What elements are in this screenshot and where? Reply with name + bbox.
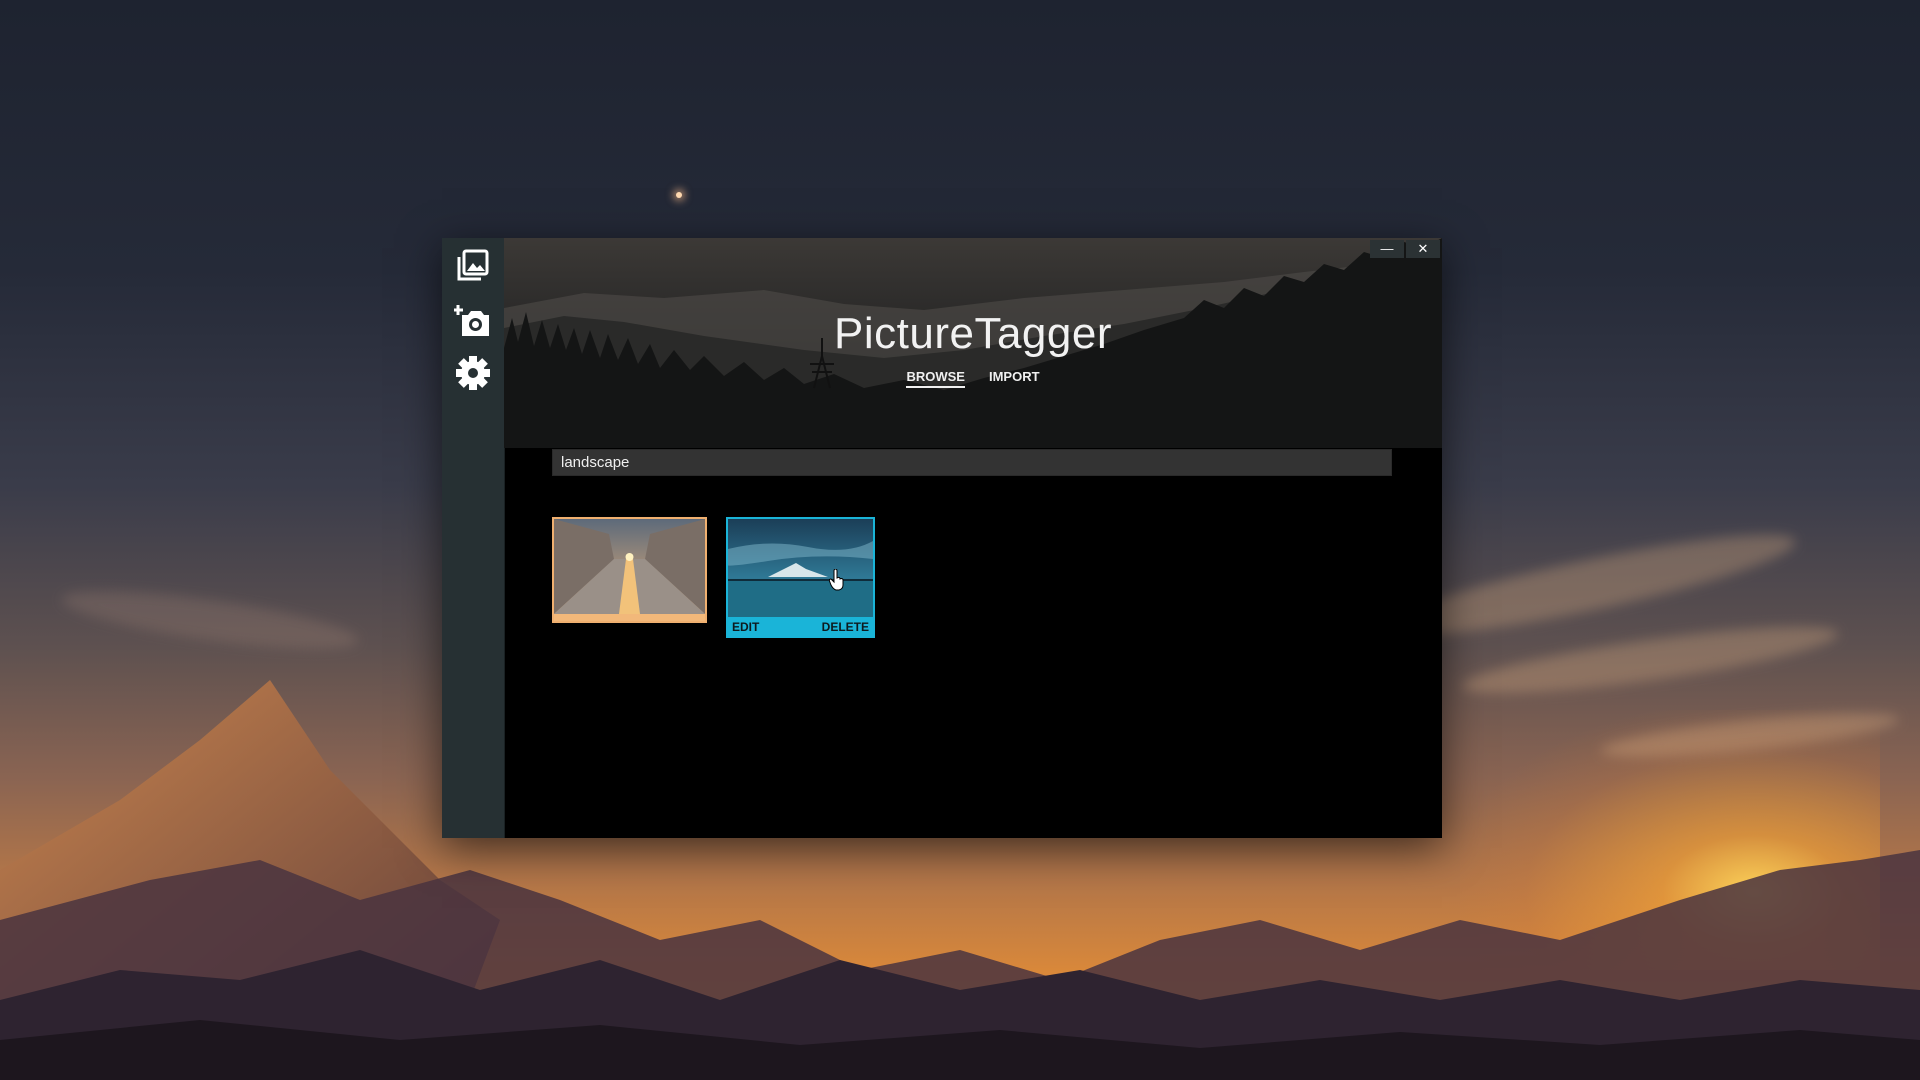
sidebar (442, 238, 505, 838)
delete-button[interactable]: DELETE (822, 620, 869, 634)
gear-icon (456, 356, 490, 390)
nav-tabs: BROWSE IMPORT (504, 369, 1442, 388)
app-window: PictureTagger BROWSE IMPORT — ✕ landscap… (442, 238, 1442, 838)
app-title: PictureTagger (834, 309, 1112, 358)
minimize-button[interactable]: — (1370, 240, 1404, 258)
search-input[interactable] (552, 449, 1392, 476)
photo-library-icon (457, 249, 489, 281)
thumbnail-corridor[interactable] (552, 517, 707, 623)
desktop-background: PictureTagger BROWSE IMPORT — ✕ landscap… (0, 0, 1920, 1080)
corridor-image (554, 519, 705, 614)
sidebar-item-browse[interactable] (452, 244, 494, 286)
thumbnail-mountain-lake[interactable]: EDIT DELETE (726, 517, 875, 638)
edit-button[interactable]: EDIT (732, 620, 759, 634)
hand-cursor-icon (829, 569, 844, 591)
star (676, 192, 682, 198)
thumbnail-actions: EDIT DELETE (728, 617, 873, 636)
close-button[interactable]: ✕ (1406, 240, 1440, 258)
tab-import[interactable]: IMPORT (989, 369, 1040, 388)
header-banner: PictureTagger BROWSE IMPORT — ✕ (504, 238, 1442, 448)
mountain-lake-image (728, 519, 873, 617)
sidebar-item-import[interactable] (452, 300, 494, 342)
window-controls: — ✕ (1370, 240, 1440, 258)
sidebar-item-settings[interactable] (452, 352, 494, 394)
tab-browse[interactable]: BROWSE (906, 369, 965, 388)
add-photo-icon (454, 305, 489, 336)
